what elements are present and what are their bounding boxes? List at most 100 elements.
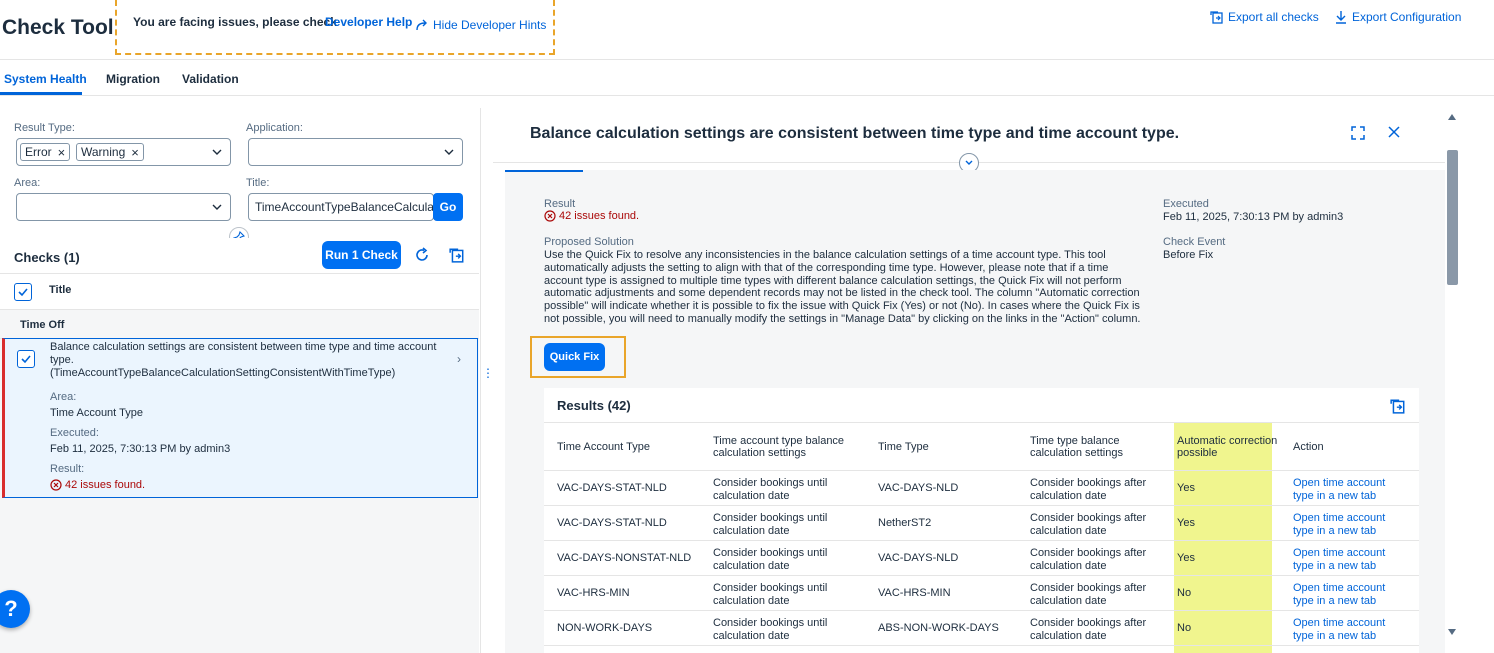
detail-body: Result 42 issues found. Executed Feb 11,… <box>505 170 1445 653</box>
run-check-button[interactable]: Run 1 Check <box>322 241 401 269</box>
token-error[interactable]: Error × <box>20 143 71 161</box>
group-header-row: Time Off <box>0 310 479 339</box>
chevron-down-icon <box>965 160 973 165</box>
developer-help-link[interactable]: Developer Help <box>325 15 412 29</box>
export-all-checks-button[interactable]: Export all checks <box>1210 10 1319 24</box>
title-input[interactable]: TimeAccountTypeBalanceCalculationSetting… <box>248 193 434 221</box>
group-label: Time Off <box>20 319 65 331</box>
detail-panel: Balance calculation settings are consist… <box>493 108 1445 653</box>
close-icon[interactable] <box>1388 126 1400 138</box>
tab-bar: System Health Migration Validation <box>0 62 1494 96</box>
panel-splitter[interactable] <box>480 108 492 653</box>
area-select[interactable] <box>16 193 231 221</box>
table-row: VAC-DAYS-NONSTAT-NLD Consider bookings u… <box>544 541 1419 576</box>
export-configuration-button[interactable]: Export Configuration <box>1334 10 1461 24</box>
open-time-account-link[interactable]: Open time account type in a new tab <box>1293 477 1403 502</box>
cell-account-balance-setting: Consider bookings until calculation date <box>713 547 828 572</box>
refresh-icon[interactable] <box>413 246 431 264</box>
check-list-item[interactable]: Balance calculation settings are consist… <box>2 338 478 498</box>
check-event-value: Before Fix <box>1163 249 1214 261</box>
vertical-scrollbar[interactable] <box>1445 108 1460 653</box>
checks-count-title: Checks (1) <box>14 250 80 265</box>
fullscreen-icon[interactable] <box>1351 126 1365 140</box>
executed-label: Executed <box>1163 198 1209 210</box>
title-label: Title: <box>246 177 270 189</box>
results-title: Results (42) <box>557 398 631 413</box>
results-header-row: Time Account Type Time account type bala… <box>544 422 1419 471</box>
export-icon[interactable] <box>1390 398 1406 414</box>
item-result-error: 42 issues found. <box>50 479 145 491</box>
developer-hint-box: You are facing issues, please check Deve… <box>115 0 555 55</box>
table-row: NON-WORK-DAYS Consider bookings until ca… <box>544 611 1419 646</box>
table-row: VAC-HRS-MIN Consider bookings until calc… <box>544 576 1419 611</box>
item-executed-label: Executed: <box>50 427 99 439</box>
item-result-label: Result: <box>50 463 85 475</box>
cell-time-type-balance-setting: Consider bookings after calculation date <box>1030 582 1147 607</box>
result-error: 42 issues found. <box>544 210 639 222</box>
tab-validation[interactable]: Validation <box>182 72 239 86</box>
share-arrow-icon <box>416 19 427 31</box>
chevron-down-icon[interactable] <box>212 202 222 212</box>
section-indicator <box>505 170 583 172</box>
open-time-account-link[interactable]: Open time account type in a new tab <box>1293 617 1403 642</box>
cell-time-account-type: NON-WORK-DAYS <box>557 622 653 634</box>
cell-account-balance-setting: Consider bookings until calculation date <box>713 477 828 502</box>
cell-time-account-type: VAC-DAYS-NONSTAT-NLD <box>557 552 692 564</box>
hide-hints-label: Hide Developer Hints <box>433 18 547 32</box>
open-time-account-link[interactable]: Open time account type in a new tab <box>1293 512 1403 537</box>
quick-fix-button[interactable]: Quick Fix <box>544 343 605 371</box>
checkmark-icon <box>21 355 31 364</box>
cell-account-balance-setting: Consider bookings until calculation date <box>713 617 828 642</box>
application-select[interactable] <box>248 138 463 166</box>
cell-time-account-type: VAC-HRS-MIN <box>557 587 630 599</box>
col-automatic-correction: Automatic correction possible <box>1177 435 1278 459</box>
app-title: Check Tool <box>2 16 114 39</box>
cell-auto-correction: No <box>1177 622 1192 634</box>
token-warning[interactable]: Warning × <box>76 143 144 161</box>
col-action: Action <box>1293 441 1324 453</box>
token-error-label: Error <box>25 145 52 159</box>
go-button[interactable]: Go <box>433 193 463 221</box>
export-config-label: Export Configuration <box>1352 10 1462 24</box>
hide-hints-link[interactable]: Hide Developer Hints <box>415 18 546 32</box>
checks-column-header: Title <box>0 274 479 310</box>
cell-time-type-balance-setting: Consider bookings after calculation date <box>1030 512 1147 537</box>
scroll-down-icon[interactable] <box>1448 629 1456 635</box>
col-account-balance-settings: Time account type balance calculation se… <box>713 435 845 459</box>
filter-bar: Result Type: Error × Warning × Application… <box>0 108 479 238</box>
chevron-right-icon[interactable]: › <box>457 352 461 366</box>
open-time-account-link[interactable]: Open time account type in a new tab <box>1293 582 1403 607</box>
col-time-type-balance-settings: Time type balance calculation settings <box>1030 435 1123 459</box>
item-checkbox[interactable] <box>17 350 35 368</box>
check-item-title-id: (TimeAccountTypeBalanceCalculationSettin… <box>50 367 396 379</box>
tab-migration[interactable]: Migration <box>106 72 160 86</box>
cell-time-type: ABS-NON-WORK-DAYS <box>878 622 999 634</box>
app-header: Check Tool You are facing issues, please… <box>0 0 1494 60</box>
proposed-solution-label: Proposed Solution <box>544 236 634 248</box>
result-type-multiselect[interactable]: Error × Warning × <box>16 138 231 166</box>
open-time-account-link[interactable]: Open time account type in a new tab <box>1293 547 1403 572</box>
remove-token-icon[interactable]: × <box>58 145 66 160</box>
chevron-down-icon[interactable] <box>444 147 454 157</box>
cell-time-account-type: VAC-DAYS-STAT-NLD <box>557 517 667 529</box>
select-all-checkbox[interactable] <box>14 283 32 301</box>
scroll-up-icon[interactable] <box>1448 114 1456 120</box>
scrollbar-thumb[interactable] <box>1447 150 1458 285</box>
cell-time-type-balance-setting: Consider bookings after calculation date <box>1030 547 1147 572</box>
tab-system-health[interactable]: System Health <box>4 72 87 86</box>
export-icon[interactable] <box>449 247 465 263</box>
active-tab-indicator <box>0 92 82 95</box>
area-label: Area: <box>14 177 41 189</box>
item-executed-value: Feb 11, 2025, 7:30:13 PM by admin3 <box>50 443 231 455</box>
checks-panel: Result Type: Error × Warning × Application… <box>0 108 479 653</box>
chevron-down-icon[interactable] <box>212 147 222 157</box>
cell-time-account-type: VAC-DAYS-STAT-NLD <box>557 482 667 494</box>
checks-toolbar: Checks (1) Run 1 Check <box>0 238 479 274</box>
remove-token-icon[interactable]: × <box>131 145 139 160</box>
result-label: Result <box>544 198 576 210</box>
detail-title: Balance calculation settings are consist… <box>530 125 1180 142</box>
hint-text: You are facing issues, please check <box>133 15 337 29</box>
table-row: VAC-DAYS-STAT-NLD Consider bookings unti… <box>544 506 1419 541</box>
cell-auto-correction: No <box>1177 587 1192 599</box>
column-title-label: Title <box>49 284 72 296</box>
